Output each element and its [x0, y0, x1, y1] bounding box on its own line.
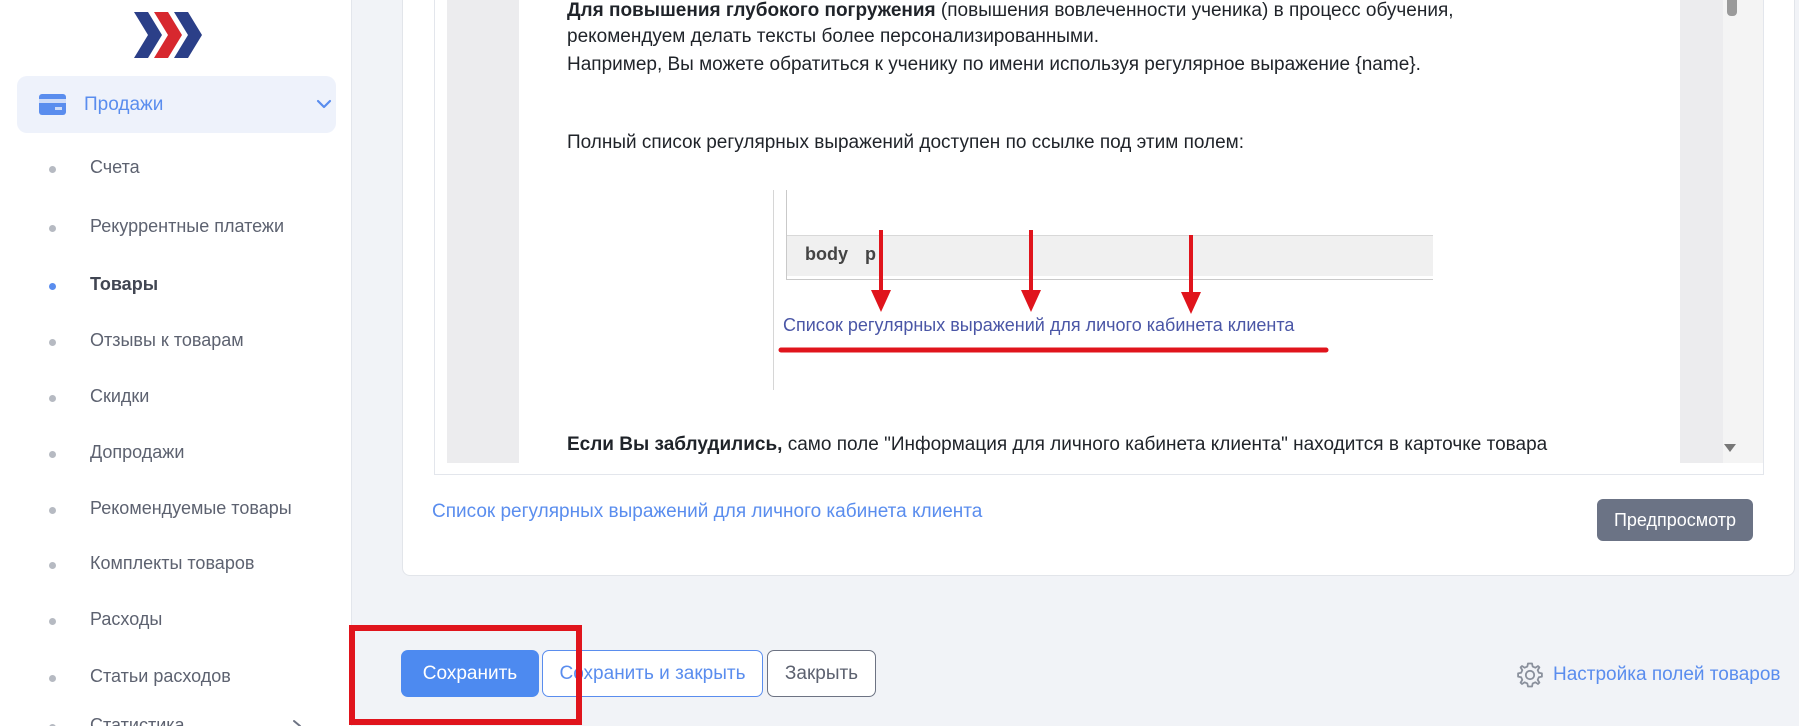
bullet-icon — [49, 507, 56, 514]
sidebar-item-label: Рекомендуемые товары — [90, 498, 292, 518]
sidebar-item-label: Расходы — [90, 609, 163, 629]
editor-bold-text: Если Вы заблудились, — [567, 434, 783, 455]
scroll-down-arrow-icon[interactable] — [1724, 444, 1736, 452]
save-button[interactable]: Сохранить — [401, 650, 539, 697]
bullet-icon — [49, 675, 56, 682]
credit-card-icon — [39, 94, 66, 115]
editor-paragraph-1: Для повышения глубокого погружения (повы… — [567, 0, 1454, 24]
chevron-right-icon — [293, 720, 301, 726]
regex-list-link[interactable]: Список регулярных выражений для личного … — [432, 501, 982, 523]
sidebar-item-invoices[interactable]: Счета — [0, 146, 351, 192]
bullet-icon — [49, 618, 56, 625]
close-button[interactable]: Закрыть — [767, 650, 876, 697]
sidebar-item-expenses[interactable]: Расходы — [0, 598, 351, 644]
red-arrows-icon — [778, 230, 1329, 353]
sidebar-item-discounts[interactable]: Скидки — [0, 375, 351, 421]
bullet-icon — [49, 166, 56, 173]
sidebar-item-recommended[interactable]: Рекомендуемые товары — [0, 487, 351, 533]
preview-button[interactable]: Предпросмотр — [1597, 499, 1753, 541]
bullet-icon — [49, 225, 56, 232]
sidebar-item-label: Рекуррентные платежи — [90, 216, 285, 236]
editor-paragraph-3: Например, Вы можете обратиться к ученику… — [567, 54, 1421, 75]
sidebar-item-expense-items[interactable]: Статьи расходов — [0, 655, 351, 701]
sidebar-item-label: Отзывы к товарам — [90, 330, 244, 350]
editor-scrollbar[interactable] — [1723, 0, 1763, 463]
sidebar-item-label: Статьи расходов — [90, 666, 231, 686]
sidebar-section-sales[interactable]: Продажи — [17, 76, 336, 133]
sidebar-item-products[interactable]: Товары — [0, 263, 351, 309]
bullet-icon — [49, 339, 56, 346]
editor-embedded-screenshot: body p Список регулярных выражений для л… — [773, 190, 1433, 390]
editor-text: (повышения вовлеченности ученика) в проц… — [935, 0, 1454, 21]
product-fields-settings-link[interactable]: Настройка полей товаров — [1516, 661, 1781, 689]
editor-text: само поле "Информация для личного кабине… — [782, 434, 1548, 455]
sidebar-item-label: Товары — [90, 274, 159, 294]
editor-right-margin — [1680, 0, 1723, 463]
editor-paragraph-2: рекомендуем делать тексты более персонал… — [567, 26, 1099, 47]
gear-icon — [1517, 662, 1543, 688]
product-fields-settings-label: Настройка полей товаров — [1553, 664, 1781, 685]
sidebar-item-upsells[interactable]: Допродажи — [0, 431, 351, 477]
bullet-icon — [49, 562, 56, 569]
sidebar-item-label: Комплекты товаров — [90, 553, 255, 573]
sidebar-item-label: Статистика — [90, 715, 185, 726]
save-and-close-button[interactable]: Сохранить и закрыть — [542, 650, 763, 697]
bullet-icon — [49, 451, 56, 458]
editor-paragraph-5: Если Вы заблудились, само поле "Информац… — [567, 431, 1547, 458]
editor-bold-text: Для повышения глубокого погружения — [567, 0, 936, 21]
sidebar-item-product-reviews[interactable]: Отзывы к товарам — [0, 319, 351, 365]
sidebar-item-bundles[interactable]: Комплекты товаров — [0, 542, 351, 588]
sidebar-section-sales-label: Продажи — [84, 94, 164, 115]
sidebar-item-recurring-payments[interactable]: Рекуррентные платежи — [0, 205, 351, 251]
chevron-down-icon — [316, 99, 332, 109]
editor-paragraph-4: Полный список регулярных выражений досту… — [567, 132, 1244, 153]
sidebar: Продажи Счета Рекуррентные платежи Товар… — [0, 0, 352, 726]
sidebar-item-label: Счета — [90, 157, 140, 177]
logo-icon — [134, 12, 202, 58]
sidebar-item-statistics[interactable]: Статистика — [0, 704, 351, 726]
bullet-icon — [49, 283, 56, 290]
sidebar-item-label: Скидки — [90, 386, 150, 406]
editor-scroll-thumb[interactable] — [1727, 0, 1737, 16]
sidebar-item-label: Допродажи — [90, 442, 185, 462]
editor-left-margin — [447, 0, 519, 463]
bullet-icon — [49, 395, 56, 402]
app-root: { "sidebar": { "logo_colors": ["#2b3f88"… — [0, 0, 1799, 726]
